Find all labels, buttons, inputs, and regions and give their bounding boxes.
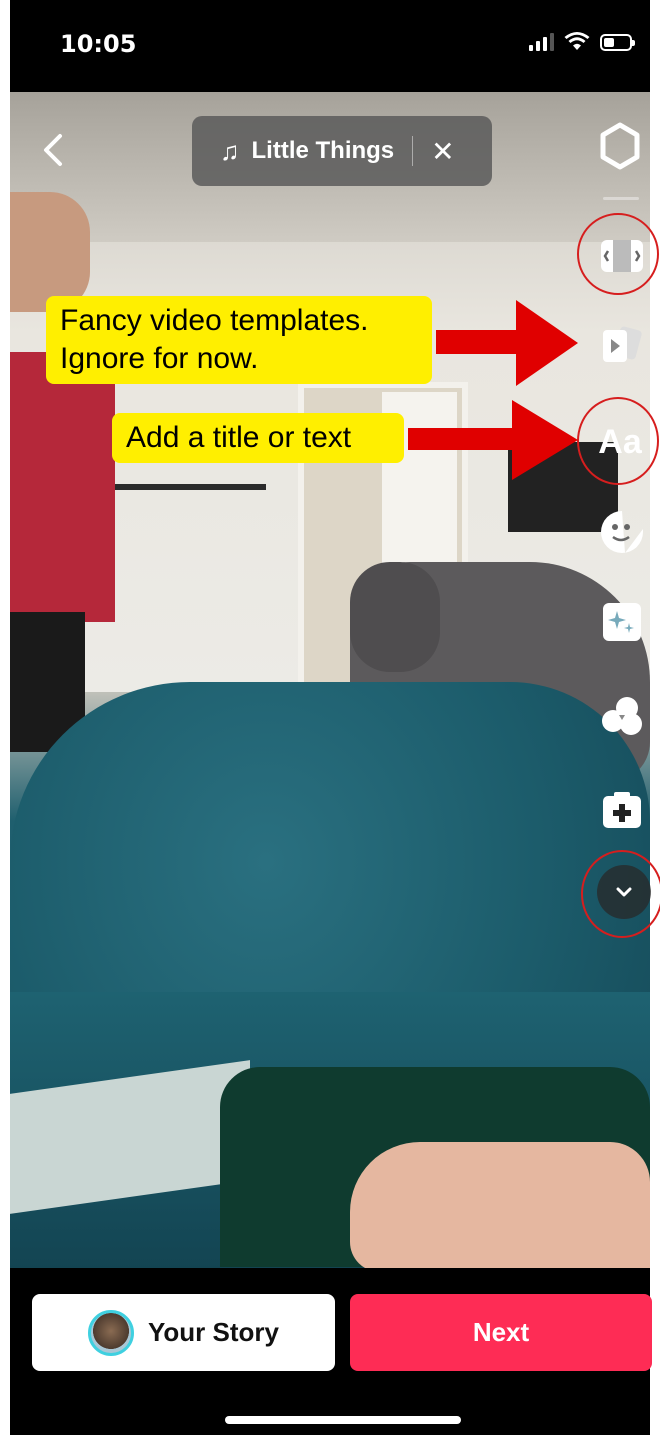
filters-icon [602, 697, 642, 735]
video-preview[interactable] [10, 92, 650, 1268]
dog-head [350, 562, 440, 672]
callout-text: Add a title or text [112, 413, 404, 463]
highlight-circle-templates [577, 213, 659, 295]
status-bar: 10:05 [10, 0, 650, 92]
wifi-icon [564, 32, 590, 50]
effects-button[interactable] [592, 592, 652, 652]
callout-templates-line-1: Fancy video templates. [60, 304, 369, 337]
music-divider [412, 136, 414, 166]
music-note-icon: ♫ [220, 135, 240, 166]
cards-button[interactable] [592, 314, 652, 374]
gear-icon [600, 122, 640, 170]
callout-templates-line-2: Ignore for now. [60, 342, 259, 375]
battery-icon [600, 33, 635, 51]
toolbar-divider [603, 197, 639, 200]
hand [350, 1142, 650, 1268]
add-clip-button[interactable] [592, 780, 652, 840]
avatar [88, 1309, 134, 1356]
status-icons [529, 32, 635, 52]
sparkle-icon [603, 603, 641, 641]
cards-icon [603, 326, 642, 362]
chevron-left-icon [44, 134, 62, 166]
status-time: 10:05 [60, 30, 137, 58]
signal-icon [529, 33, 554, 51]
sticker-icon [601, 511, 643, 553]
home-indicator[interactable] [225, 1416, 461, 1424]
bottom-bar: Your Story Next [10, 1268, 652, 1435]
music-title: Little Things [251, 137, 395, 164]
back-button[interactable] [38, 130, 78, 170]
close-icon[interactable]: ✕ [431, 135, 454, 168]
next-button[interactable]: Next [350, 1294, 652, 1371]
stickers-button[interactable] [592, 502, 652, 562]
music-selector[interactable]: ♫ Little Things ✕ [192, 116, 492, 186]
background-shelf [106, 484, 266, 490]
callout-templates: Fancy video templates. Ignore for now. [46, 296, 432, 384]
highlight-circle-text [577, 397, 659, 485]
filters-button[interactable] [592, 686, 652, 746]
arrow-right-icon [436, 300, 578, 386]
your-story-label: Your Story [148, 1317, 279, 1347]
your-story-button[interactable]: Your Story [32, 1294, 335, 1371]
highlight-circle-more [581, 850, 660, 938]
arrow-right-icon [408, 400, 578, 480]
add-clip-icon [603, 792, 641, 828]
settings-button[interactable] [590, 116, 650, 176]
